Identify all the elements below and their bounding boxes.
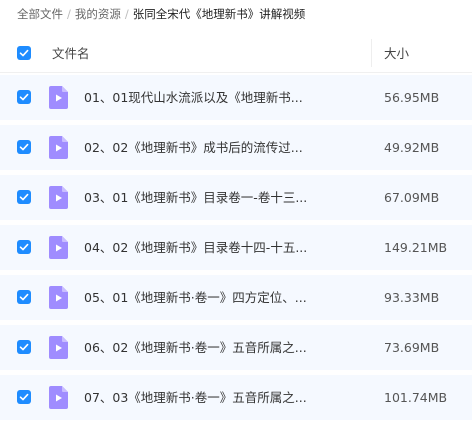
file-name[interactable]: 06、02《地理新书·卷一》五音所属之... <box>84 325 307 370</box>
check-icon <box>19 343 29 351</box>
video-file-icon <box>49 136 68 159</box>
column-header-filename[interactable]: 文件名 <box>52 43 90 62</box>
row-checkbox[interactable] <box>17 190 31 204</box>
row-checkbox[interactable] <box>17 290 31 304</box>
file-name[interactable]: 07、03《地理新书·卷一》五音所属之... <box>84 375 307 420</box>
video-file-icon <box>49 286 68 309</box>
file-name[interactable]: 01、01现代山水流派以及《地理新书... <box>84 75 303 120</box>
select-all-checkbox[interactable] <box>17 46 31 60</box>
file-name[interactable]: 02、02《地理新书》成书后的流传过... <box>84 125 303 170</box>
row-checkbox[interactable] <box>17 390 31 404</box>
check-icon <box>19 193 29 201</box>
breadcrumb: 全部文件 / 我的资源 / 张同全宋代《地理新书》讲解视频 <box>17 5 305 23</box>
file-size: 49.92MB <box>384 140 440 155</box>
video-file-icon <box>49 86 68 109</box>
check-icon <box>19 393 29 401</box>
file-size: 93.33MB <box>384 290 440 305</box>
video-file-icon <box>49 186 68 209</box>
breadcrumb-separator: / <box>124 7 129 21</box>
file-row[interactable]: 03、01《地理新书》目录卷一-卷十三... 67.09MB <box>0 175 472 220</box>
file-row[interactable]: 01、01现代山水流派以及《地理新书... 56.95MB <box>0 75 472 120</box>
row-checkbox[interactable] <box>17 240 31 254</box>
file-name[interactable]: 04、02《地理新书》目录卷十四-十五... <box>84 225 307 270</box>
video-file-icon <box>49 336 68 359</box>
video-file-icon <box>49 236 68 259</box>
file-row[interactable]: 06、02《地理新书·卷一》五音所属之... 73.69MB <box>0 325 472 370</box>
video-file-icon <box>49 386 68 409</box>
check-icon <box>19 49 29 57</box>
file-row[interactable]: 07、03《地理新书·卷一》五音所属之... 101.74MB <box>0 375 472 420</box>
file-name[interactable]: 03、01《地理新书》目录卷一-卷十三... <box>84 175 307 220</box>
breadcrumb-all-files[interactable]: 全部文件 <box>17 6 63 22</box>
file-row[interactable]: 04、02《地理新书》目录卷十四-十五... 149.21MB <box>0 225 472 270</box>
breadcrumb-my-resources[interactable]: 我的资源 <box>75 6 121 22</box>
file-size: 56.95MB <box>384 90 440 105</box>
row-checkbox[interactable] <box>17 90 31 104</box>
check-icon <box>19 293 29 301</box>
file-size: 67.09MB <box>384 190 440 205</box>
file-row[interactable]: 05、01《地理新书·卷一》四方定位、... 93.33MB <box>0 275 472 320</box>
file-list-header: 文件名 大小 <box>0 33 472 73</box>
row-checkbox[interactable] <box>17 140 31 154</box>
column-divider <box>371 39 372 67</box>
file-size: 101.74MB <box>384 390 448 405</box>
check-icon <box>19 143 29 151</box>
file-size: 73.69MB <box>384 340 440 355</box>
breadcrumb-current-folder: 张同全宋代《地理新书》讲解视频 <box>132 7 306 21</box>
column-header-size[interactable]: 大小 <box>384 43 409 62</box>
file-row[interactable]: 02、02《地理新书》成书后的流传过... 49.92MB <box>0 125 472 170</box>
check-icon <box>19 93 29 101</box>
file-size: 149.21MB <box>384 240 448 255</box>
file-name[interactable]: 05、01《地理新书·卷一》四方定位、... <box>84 275 307 320</box>
check-icon <box>19 243 29 251</box>
row-checkbox[interactable] <box>17 340 31 354</box>
breadcrumb-separator: / <box>67 7 71 21</box>
